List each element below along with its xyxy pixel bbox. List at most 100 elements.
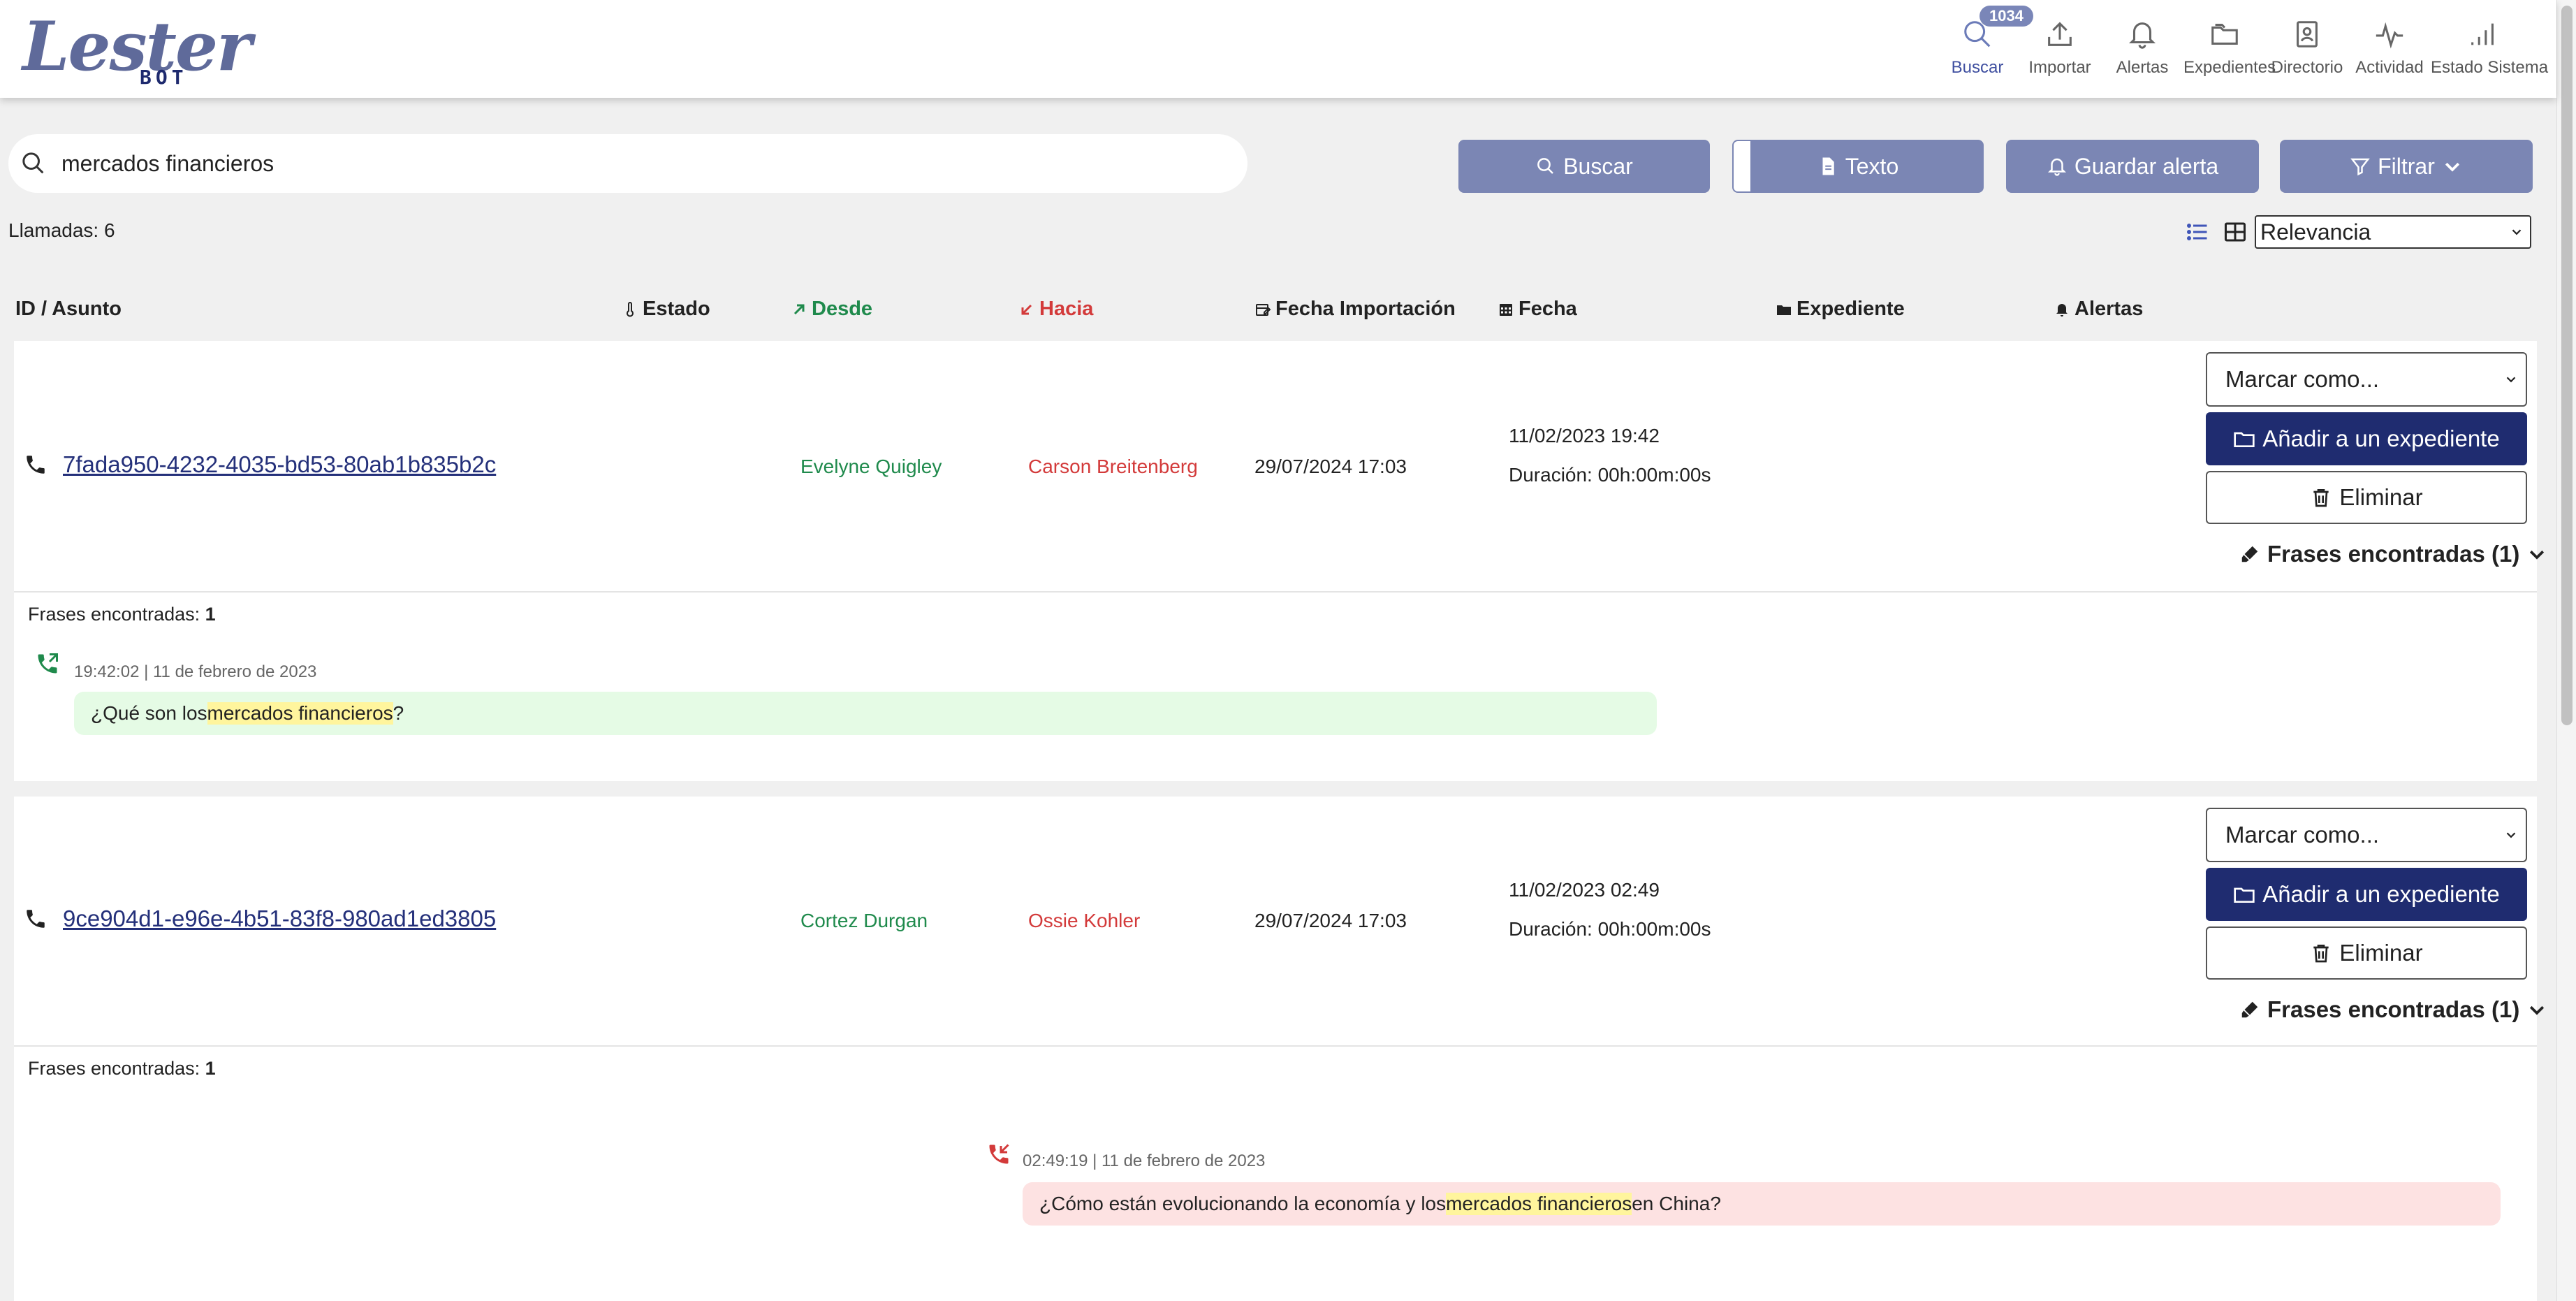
folders-icon <box>2211 24 2238 45</box>
phrases-count-value: 1 <box>205 604 216 625</box>
nav-importar[interactable]: Importar <box>2019 11 2101 88</box>
column-id[interactable]: ID / Asunto <box>15 298 122 321</box>
save-alert-label: Guardar alerta <box>2074 153 2219 179</box>
call-row: 7fada950-4232-4035-bd53-80ab1b835b2c Eve… <box>14 341 2545 781</box>
search-input[interactable] <box>61 150 1179 177</box>
highlighter-icon <box>2241 546 2258 562</box>
list-view-icon[interactable] <box>2185 219 2210 245</box>
bell-icon <box>2047 158 2066 176</box>
column-hacia-label: Hacia <box>1039 298 1094 320</box>
calls-count: Llamadas: 6 <box>8 219 115 241</box>
nav-estado-sistema[interactable]: Estado Sistema <box>2431 11 2549 88</box>
chevron-down-icon <box>2530 1005 2545 1015</box>
column-expediente[interactable]: Expediente <box>1776 298 1905 321</box>
logo-word: Lester <box>22 7 252 86</box>
arrow-up-right-icon <box>793 304 805 314</box>
main-nav: 1034 Buscar Importar Alertas Expedientes… <box>1936 6 2549 88</box>
document-icon <box>1822 157 1834 175</box>
column-id-label: ID / Asunto <box>15 298 122 320</box>
search-button[interactable]: Buscar <box>1458 140 1710 193</box>
delete-button[interactable]: Eliminar <box>2206 926 2527 980</box>
nav-directorio[interactable]: Directorio <box>2266 11 2348 88</box>
calendar-edit-icon <box>1256 303 1271 316</box>
call-date: 11/02/2023 19:42 <box>1509 425 1660 446</box>
call-id-link[interactable]: 7fada950-4232-4035-bd53-80ab1b835b2c <box>63 451 496 478</box>
phrases-toggle-label: Frases encontradas (1) <box>2267 541 2520 567</box>
chevron-down-icon <box>2530 550 2545 560</box>
column-hacia[interactable]: Hacia <box>1018 298 1093 321</box>
add-to-file-button[interactable]: Añadir a un expediente <box>2206 412 2527 465</box>
contact-book-icon <box>2297 21 2318 48</box>
phrase-highlight: mercados financieros <box>207 702 393 725</box>
column-fecha[interactable]: Fecha <box>1498 298 1577 321</box>
nav-expedientes[interactable]: Expedientes <box>2183 11 2276 88</box>
column-estado[interactable]: Estado <box>622 298 710 321</box>
activity-icon <box>2376 22 2403 49</box>
call-row: 9ce904d1-e96e-4b51-83f8-980ad1ed3805 Cor… <box>14 797 2545 1301</box>
phrases-toggle-label: Frases encontradas (1) <box>2267 996 2520 1022</box>
sort-select[interactable]: Relevancia <box>2255 215 2531 249</box>
trash-icon <box>2313 489 2329 507</box>
phrases-count-value: 1 <box>205 1058 216 1079</box>
nav-label: Actividad <box>2355 58 2424 77</box>
delete-label: Eliminar <box>2339 484 2423 510</box>
phrases-toggle[interactable]: Frases encontradas (1) <box>2239 996 2547 1023</box>
chevron-down-icon <box>2445 162 2459 172</box>
vertical-scrollbar[interactable] <box>2556 0 2576 1301</box>
upload-icon <box>2048 22 2072 46</box>
phrases-toggle[interactable]: Frases encontradas (1) <box>2239 541 2547 567</box>
sort-value: Relevancia <box>2260 219 2371 245</box>
bell-icon <box>2056 303 2068 317</box>
filter-button[interactable]: Filtrar <box>2280 140 2533 193</box>
top-navigation-bar: Lester BOT 1034 Buscar Importar Alertas … <box>0 0 2556 98</box>
nav-label: Importar <box>2028 58 2091 77</box>
nav-label: Estado Sistema <box>2431 58 2549 77</box>
nav-label: Alertas <box>2116 58 2169 77</box>
call-from: Evelyne Quigley <box>800 456 942 477</box>
add-to-file-button[interactable]: Añadir a un expediente <box>2206 868 2527 921</box>
call-id-link[interactable]: 9ce904d1-e96e-4b51-83f8-980ad1ed3805 <box>63 906 496 932</box>
phrases-panel: Frases encontradas: 1 02:49:19 | 11 de f… <box>14 1047 2537 1301</box>
arrow-down-left-icon <box>1021 304 1032 314</box>
lester-bot-logo[interactable]: Lester BOT <box>22 7 252 89</box>
nav-alertas[interactable]: Alertas <box>2101 11 2183 88</box>
phrases-count: Frases encontradas: 1 <box>28 604 216 625</box>
toggle-stripe <box>1734 141 1752 191</box>
nav-buscar[interactable]: 1034 Buscar <box>1936 6 2033 88</box>
text-mode-button[interactable]: Texto <box>1732 140 1984 193</box>
column-alertas[interactable]: Alertas <box>2054 298 2143 321</box>
add-to-file-label: Añadir a un expediente <box>2262 881 2500 907</box>
filter-icon <box>2350 158 2370 176</box>
column-fecha-importacion[interactable]: Fecha Importación <box>1254 298 1456 321</box>
add-to-file-label: Añadir a un expediente <box>2262 426 2500 451</box>
mark-as-select[interactable]: Marcar como... <box>2206 808 2527 862</box>
search-icon <box>1537 158 1554 174</box>
save-alert-button[interactable]: Guardar alerta <box>2006 140 2259 193</box>
mark-as-select[interactable]: Marcar como... <box>2206 352 2527 407</box>
logo-sub: BOT <box>140 66 188 89</box>
text-mode-label: Texto <box>1845 153 1899 179</box>
search-button-label: Buscar <box>1563 153 1633 179</box>
search-bar <box>8 134 1247 193</box>
nav-actividad[interactable]: Actividad <box>2348 11 2431 88</box>
call-duration: Duración: 00h:00m:00s <box>1509 464 1711 486</box>
phrase-text-post: en China? <box>1632 1193 1721 1214</box>
nav-label: Buscar <box>1951 58 2004 77</box>
folder-icon <box>1777 305 1791 315</box>
call-date: 11/02/2023 02:49 <box>1509 879 1660 901</box>
column-estado-label: Estado <box>643 298 710 320</box>
chevron-down-icon <box>2506 377 2516 383</box>
trash-icon <box>2313 945 2329 963</box>
phrase-bubble: ¿Qué son los mercados financieros? <box>74 692 1657 735</box>
scrollbar-thumb[interactable] <box>2561 6 2573 725</box>
phrase-highlight: mercados financieros <box>1446 1193 1632 1215</box>
mark-as-value: Marcar como... <box>2225 366 2380 392</box>
column-desde[interactable]: Desde <box>791 298 872 321</box>
call-row-main: 7fada950-4232-4035-bd53-80ab1b835b2c Eve… <box>14 341 2545 593</box>
call-duration: Duración: 00h:00m:00s <box>1509 918 1711 940</box>
import-date: 29/07/2024 17:03 <box>1254 456 1407 477</box>
delete-button[interactable]: Eliminar <box>2206 471 2527 524</box>
column-importacion-label: Fecha Importación <box>1275 298 1456 320</box>
phrases-count: Frases encontradas: 1 <box>28 1058 216 1080</box>
grid-view-icon[interactable] <box>2223 219 2248 245</box>
